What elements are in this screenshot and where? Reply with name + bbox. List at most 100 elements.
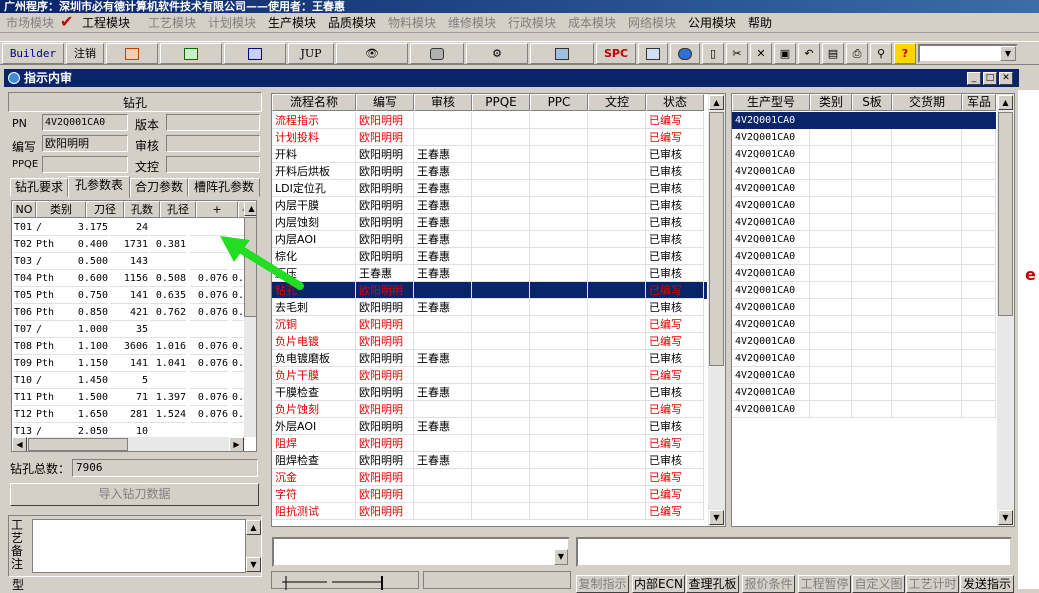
- table-row[interactable]: 4V2Q001CA0: [732, 401, 996, 418]
- table-row[interactable]: 4V2Q001CA0: [732, 231, 996, 248]
- table-row[interactable]: T08 Pth 1.100 3606 1.016 0.076 0.: [12, 338, 246, 355]
- table-row[interactable]: T06 Pth 0.850 421 0.762 0.076 0.: [12, 304, 246, 321]
- table-row[interactable]: T04 Pth 0.600 1156 0.508 0.076 0.: [12, 270, 246, 287]
- tool-table-header[interactable]: 孔径: [160, 201, 196, 218]
- table-row[interactable]: 钻孔 欧阳明明 已编写: [272, 282, 707, 299]
- table-row[interactable]: 4V2Q001CA0: [732, 112, 996, 129]
- table-row[interactable]: 阻抗测试 欧阳明明 已编写: [272, 503, 707, 520]
- process-table[interactable]: 流程名称 编写 审核 PPQE PPC 文控 状态 流程指示 欧阳明明 已编写 计划投料 欧阳明明 已编…: [271, 93, 726, 527]
- table-row[interactable]: 4V2Q001CA0: [732, 299, 996, 316]
- scroll-up-icon[interactable]: ▲: [246, 520, 261, 535]
- table-row[interactable]: 负片蚀刻 欧阳明明 已编写: [272, 401, 707, 418]
- menu-item[interactable]: 维修模块: [448, 15, 496, 31]
- process-table-header[interactable]: 流程名称: [272, 94, 356, 111]
- bottom-action-button[interactable]: 自定义图: [852, 575, 905, 593]
- menu-item[interactable]: 公用模块: [688, 15, 736, 31]
- table-row[interactable]: T09 Pth 1.150 141 1.041 0.076 0.: [12, 355, 246, 372]
- tab-drill-requirements[interactable]: 钻孔要求: [10, 178, 68, 197]
- review-field[interactable]: [166, 135, 260, 152]
- tool-table-header[interactable]: +: [196, 201, 238, 218]
- process-table-header[interactable]: PPQE: [472, 94, 530, 111]
- menu-item[interactable]: 生产模块: [268, 15, 316, 31]
- bottom-textbox[interactable]: [576, 537, 1012, 567]
- table-row[interactable]: 阻焊检查 欧阳明明 王春惠 已审核: [272, 452, 707, 469]
- new-icon[interactable]: ▯: [702, 43, 724, 64]
- table-row[interactable]: T07/1.000 35: [12, 321, 246, 338]
- tab-slot-params[interactable]: 槽阵孔参数: [188, 178, 260, 197]
- table-row[interactable]: 内层AOI 欧阳明明 王春惠 已审核: [272, 231, 707, 248]
- table-row[interactable]: 字符 欧阳明明 已编写: [272, 486, 707, 503]
- table-row[interactable]: 4V2Q001CA0: [732, 367, 996, 384]
- scroll-down-icon[interactable]: ▼: [246, 557, 261, 572]
- scroll-thumb[interactable]: [709, 112, 724, 366]
- product-table-header[interactable]: S板: [852, 94, 892, 111]
- tool-table-header[interactable]: 类别: [36, 201, 86, 218]
- table-row[interactable]: 内层蚀刻 欧阳明明 王春惠 已审核: [272, 214, 707, 231]
- table-row[interactable]: 4V2Q001CA0: [732, 333, 996, 350]
- table-row[interactable]: 流程指示 欧阳明明 已编写: [272, 112, 707, 129]
- table-row[interactable]: T11 Pth 1.500 71 1.397 0.076 0.: [12, 389, 246, 406]
- table-row[interactable]: 4V2Q001CA0: [732, 316, 996, 333]
- table-row[interactable]: 计划投料 欧阳明明 已编写: [272, 129, 707, 146]
- product-table[interactable]: 生产型号 类别 S板 交货期 军品 4V2Q001CA0 4V2Q001CA0 4V2Q001…: [731, 93, 1015, 527]
- bottom-action-button[interactable]: 工程暂停: [798, 575, 851, 593]
- table-row[interactable]: 沉铜 欧阳明明 已编写: [272, 316, 707, 333]
- maximize-button[interactable]: □: [983, 72, 997, 85]
- scroll-down-icon[interactable]: ▼: [998, 510, 1013, 525]
- table-row[interactable]: T12 Pth 1.650 281 1.524 0.076 0.: [12, 406, 246, 423]
- menu-item[interactable]: 网络模块: [628, 15, 676, 31]
- bottom-action-button[interactable]: 查理孔板: [686, 575, 739, 593]
- table-row[interactable]: 4V2Q001CA0: [732, 129, 996, 146]
- menu-item[interactable]: 帮助: [748, 15, 772, 31]
- close-button[interactable]: ✕: [999, 72, 1013, 85]
- table-row[interactable]: 4V2Q001CA0: [732, 214, 996, 231]
- bottom-action-button[interactable]: 复制指示: [576, 575, 629, 593]
- bottom-action-button[interactable]: 工艺计时: [906, 575, 959, 593]
- scroll-up-icon[interactable]: ▲: [709, 95, 724, 110]
- cut-icon[interactable]: ✂: [726, 43, 748, 64]
- table-row[interactable]: LDI定位孔 欧阳明明 王春惠 已审核: [272, 180, 707, 197]
- minimize-button[interactable]: _: [967, 72, 981, 85]
- product-table-header[interactable]: 生产型号: [732, 94, 810, 111]
- scroll-thumb[interactable]: [28, 438, 128, 451]
- doc-control-field[interactable]: [166, 156, 260, 173]
- ppqe-field[interactable]: [42, 156, 128, 173]
- tab-tool-params[interactable]: 合刀参数: [130, 178, 188, 197]
- bottom-action-button[interactable]: 报价条件: [742, 575, 795, 593]
- print-icon[interactable]: ⎙: [846, 43, 868, 64]
- scroll-up-icon[interactable]: ▲: [244, 201, 256, 216]
- product-table-header[interactable]: 军品: [962, 94, 996, 111]
- jup-button[interactable]: JUP: [288, 43, 334, 64]
- table-row[interactable]: 4V2Q001CA0: [732, 163, 996, 180]
- table-row[interactable]: 阻焊 欧阳明明 已编写: [272, 435, 707, 452]
- table-row[interactable]: 4V2Q001CA0: [732, 180, 996, 197]
- table-row[interactable]: 4V2Q001CA0: [732, 265, 996, 282]
- remark-textarea[interactable]: [32, 519, 246, 573]
- delete-icon[interactable]: ✕: [750, 43, 772, 64]
- chevron-down-icon[interactable]: ▼: [554, 549, 568, 565]
- pn-field[interactable]: 4V2Q001CA0: [42, 114, 128, 131]
- table-row[interactable]: 4V2Q001CA0: [732, 282, 996, 299]
- database-icon[interactable]: [410, 43, 464, 64]
- computer-icon[interactable]: [530, 43, 594, 64]
- table-row[interactable]: 棕化 欧阳明明 王春惠 已审核: [272, 248, 707, 265]
- undo-icon[interactable]: ↶: [798, 43, 820, 64]
- chevron-down-icon[interactable]: ▼: [1000, 46, 1016, 61]
- author-field[interactable]: 欧阳明明: [42, 135, 128, 152]
- table-row[interactable]: 外层AOI 欧阳明明 王春惠 已审核: [272, 418, 707, 435]
- table-row[interactable]: 压压王春惠王春惠已审核: [272, 265, 707, 282]
- save-icon[interactable]: ▣: [774, 43, 796, 64]
- table-row[interactable]: 4V2Q001CA0: [732, 384, 996, 401]
- logout-button[interactable]: 注销: [66, 43, 104, 64]
- menu-item[interactable]: 物料模块: [388, 15, 436, 31]
- table-row[interactable]: 4V2Q001CA0: [732, 146, 996, 163]
- scroll-right-icon[interactable]: ▶: [229, 437, 244, 451]
- find-icon[interactable]: ⚲: [870, 43, 892, 64]
- menu-item[interactable]: 计划模块: [208, 15, 256, 31]
- menu-item[interactable]: 成本模块: [568, 15, 616, 31]
- table-row[interactable]: 开料 欧阳明明 王春惠 已审核: [272, 146, 707, 163]
- table-row[interactable]: 去毛刺 欧阳明明 王春惠 已审核: [272, 299, 707, 316]
- tab-hole-params[interactable]: 孔参数表: [68, 176, 130, 198]
- table-row[interactable]: 干膜检查 欧阳明明 王春惠 已审核: [272, 384, 707, 401]
- help-icon[interactable]: ?: [894, 43, 916, 64]
